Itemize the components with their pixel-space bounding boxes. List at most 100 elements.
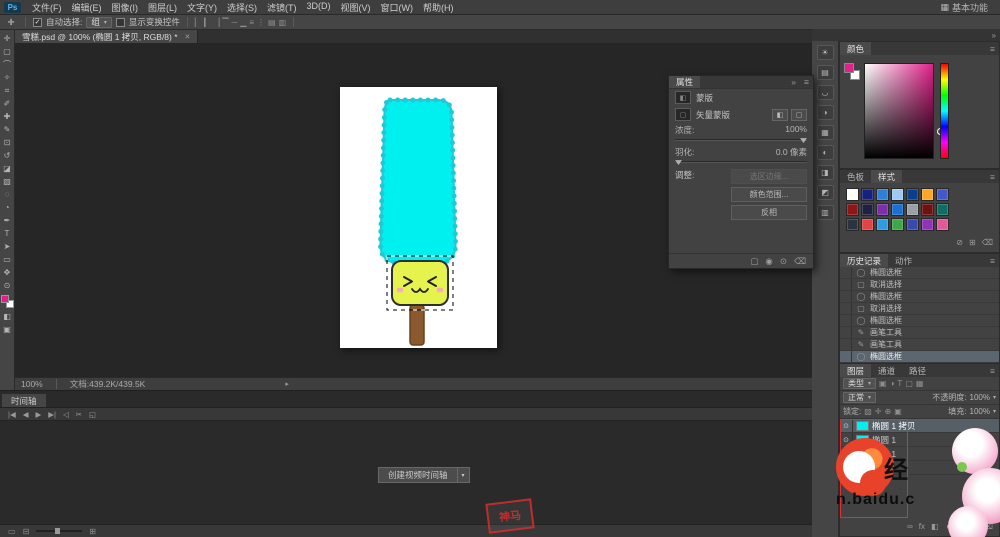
style-swatch[interactable] xyxy=(906,218,919,231)
mask-edge-button[interactable]: 选区边缘... xyxy=(731,169,807,184)
apply-mask-icon[interactable]: ◉ xyxy=(765,256,772,267)
filter-shape-layers-icon[interactable]: ▢ xyxy=(905,379,913,388)
eyedropper-tool[interactable]: ✐ xyxy=(0,97,14,110)
collapsed-panel-balance-icon[interactable]: ◐ xyxy=(817,145,834,160)
color-range-button[interactable]: 颜色范围... xyxy=(731,187,807,202)
menu-item[interactable]: 窗口(W) xyxy=(376,1,419,14)
collapsed-panel-bw-icon[interactable]: ◨ xyxy=(817,165,834,180)
feather-slider[interactable] xyxy=(675,161,807,163)
history-item[interactable]: ◯ 椭圆选框 xyxy=(840,315,999,327)
layer-thumbnail[interactable] xyxy=(856,421,869,431)
menu-item[interactable]: 图层(L) xyxy=(143,1,182,14)
history-item[interactable]: ◯ 椭圆选框 xyxy=(840,291,999,303)
style-swatch[interactable] xyxy=(861,188,874,201)
workspace-switcher-button[interactable]: ▦ 基本功能 xyxy=(932,1,996,14)
history-source-well[interactable] xyxy=(842,291,852,302)
shape-tool[interactable]: ▭ xyxy=(0,253,14,266)
invert-button[interactable]: 反相 xyxy=(731,205,807,220)
density-value[interactable]: 100% xyxy=(785,124,807,136)
clone-stamp-tool[interactable]: ⊡ xyxy=(0,136,14,149)
style-swatch[interactable] xyxy=(861,218,874,231)
panel-menu-icon[interactable]: ≡ xyxy=(800,76,813,88)
foreground-color-mini-swatch[interactable] xyxy=(844,63,854,73)
panel-menu-icon[interactable]: ≡ xyxy=(986,254,999,267)
panel-menu-icon[interactable]: ≡ xyxy=(986,42,999,55)
history-source-well[interactable] xyxy=(842,267,852,278)
history-item[interactable]: ✎ 画笔工具 xyxy=(840,339,999,351)
opacity-value[interactable]: 100% xyxy=(970,393,990,402)
menu-item[interactable]: 3D(D) xyxy=(302,1,336,14)
delete-mask-icon[interactable]: ⌫ xyxy=(794,256,806,267)
tab-channels[interactable]: 通道 xyxy=(871,364,902,377)
collapse-panels-icon[interactable]: » xyxy=(992,31,996,40)
add-layer-mask-icon[interactable]: ◧ xyxy=(931,522,939,531)
style-swatch[interactable] xyxy=(936,203,949,216)
menu-item[interactable]: 编辑(E) xyxy=(67,1,107,14)
align-v-centers-icon[interactable]: ─ xyxy=(232,18,238,27)
style-swatch[interactable] xyxy=(876,203,889,216)
style-swatch[interactable] xyxy=(891,203,904,216)
frame-mode-icon[interactable]: ▭ xyxy=(8,527,16,536)
density-slider[interactable] xyxy=(675,139,807,141)
clear-style-icon[interactable]: ⊘ xyxy=(956,238,963,247)
align-right-edges-icon[interactable]: ▕ xyxy=(213,18,219,27)
document-tab[interactable]: 雪糕.psd @ 100% (椭圆 1 拷贝, RGB/8) * ✕ xyxy=(15,30,198,43)
slider-knob[interactable] xyxy=(800,136,807,143)
tab-layers[interactable]: 图层 xyxy=(840,364,871,377)
tab-actions[interactable]: 动作 xyxy=(888,254,919,267)
link-layers-icon[interactable]: ∞ xyxy=(907,522,913,531)
style-swatch[interactable] xyxy=(891,218,904,231)
healing-brush-tool[interactable]: ✚ xyxy=(0,110,14,123)
history-source-well[interactable] xyxy=(842,327,852,338)
history-source-well[interactable] xyxy=(842,279,852,290)
transition-icon[interactable]: ◱ xyxy=(89,410,96,419)
filter-type-layers-icon[interactable]: T xyxy=(897,379,902,388)
eraser-tool[interactable]: ◪ xyxy=(0,162,14,175)
collapsed-panel-hue-icon[interactable]: ▦ xyxy=(817,125,834,140)
feather-value[interactable]: 0.0 像素 xyxy=(776,146,807,158)
layer-style-icon[interactable]: fx xyxy=(919,522,925,531)
chevron-down-icon[interactable]: ▾ xyxy=(458,467,470,483)
hand-tool[interactable]: ✥ xyxy=(0,266,14,279)
auto-select-checkbox[interactable]: ✓ xyxy=(33,18,42,27)
history-source-well[interactable] xyxy=(842,315,852,326)
history-source-well[interactable] xyxy=(842,339,852,350)
history-source-well[interactable] xyxy=(842,351,852,362)
collapsed-panel-exposure-icon[interactable]: ◑ xyxy=(817,105,834,120)
menu-item[interactable]: 滤镜(T) xyxy=(262,1,302,14)
style-swatch[interactable] xyxy=(906,203,919,216)
play-icon[interactable]: ▶ xyxy=(36,410,42,419)
lock-transparency-icon[interactable]: ▨ xyxy=(864,407,872,416)
enable-mask-icon[interactable]: ⊙ xyxy=(780,256,787,267)
lock-all-icon[interactable]: ▣ xyxy=(894,407,902,416)
add-vector-mask-button[interactable]: ▢ xyxy=(791,109,807,121)
panel-menu-icon[interactable]: ≡ xyxy=(986,170,999,183)
menu-item[interactable]: 选择(S) xyxy=(222,1,262,14)
marquee-tool[interactable]: ▢ xyxy=(0,45,14,58)
layer-name[interactable]: 椭圆 1 拷贝 xyxy=(872,420,915,432)
collapse-panel-icon[interactable]: » xyxy=(787,76,800,88)
style-swatch[interactable] xyxy=(861,203,874,216)
zoom-in-timeline-icon[interactable]: ⊞ xyxy=(89,527,96,536)
visibility-eye-icon[interactable]: ⊙ xyxy=(840,419,853,432)
filter-adjustment-layers-icon[interactable]: ◑ xyxy=(890,379,895,388)
layer-filter-dropdown[interactable]: 类型 ▾ xyxy=(843,378,876,389)
history-brush-tool[interactable]: ↺ xyxy=(0,149,14,162)
path-select-tool[interactable]: ➤ xyxy=(0,240,14,253)
style-swatch[interactable] xyxy=(846,218,859,231)
blend-mode-dropdown[interactable]: 正常 ▾ xyxy=(843,392,876,403)
menu-item[interactable]: 文件(F) xyxy=(27,1,67,14)
slider-knob[interactable] xyxy=(55,528,60,534)
pen-tool[interactable]: ✒ xyxy=(0,214,14,227)
add-pixel-mask-button[interactable]: ◧ xyxy=(772,109,788,121)
slider-knob[interactable] xyxy=(675,158,682,165)
style-swatch[interactable] xyxy=(906,188,919,201)
style-swatch[interactable] xyxy=(921,188,934,201)
style-swatch[interactable] xyxy=(921,218,934,231)
fill-value[interactable]: 100% xyxy=(970,407,990,416)
tab-history[interactable]: 历史记录 xyxy=(840,254,888,267)
tab-styles[interactable]: 样式 xyxy=(871,170,902,183)
quick-mask-tool[interactable]: ◧ xyxy=(0,310,14,323)
filter-pixel-layers-icon[interactable]: ▣ xyxy=(879,379,887,388)
hue-slider[interactable] xyxy=(940,63,949,159)
